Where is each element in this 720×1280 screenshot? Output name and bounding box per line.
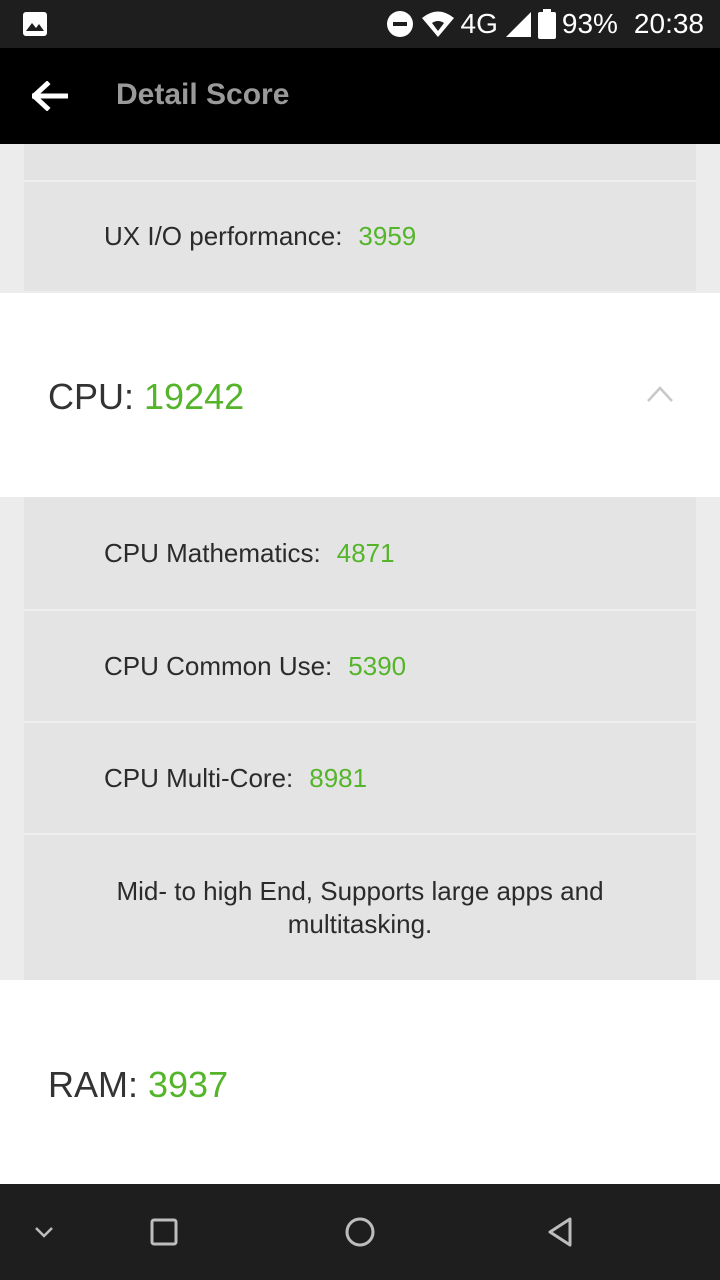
ux-io-label: UX I/O performance: — [104, 221, 343, 251]
hide-nav-button[interactable] — [24, 1212, 64, 1252]
ram-score: 3937 — [148, 1064, 229, 1105]
cpu-header-text: CPU: 19242 — [48, 376, 244, 418]
gallery-icon — [23, 12, 47, 36]
status-bar: 4G 93% 20:38 — [0, 0, 720, 48]
back-button[interactable] — [24, 72, 76, 120]
battery-icon — [537, 9, 556, 39]
app-bar: Detail Score — [0, 48, 720, 144]
cpu-multi-core-label: CPU Multi-Core: — [104, 762, 294, 793]
wifi-icon — [421, 11, 454, 37]
cpu-description: Mid- to high End, Supports large apps an… — [24, 833, 696, 980]
clock: 20:38 — [633, 8, 704, 39]
back-icon — [548, 1217, 572, 1247]
dnd-icon — [386, 11, 413, 37]
ux-io-value: 3959 — [358, 221, 417, 251]
ux-row-partial — [24, 144, 696, 180]
score-list[interactable]: UX I/O performance: 3959 CPU: 19242 CPU … — [0, 144, 720, 1184]
cpu-mathematics-row: CPU Mathematics: 4871 — [24, 497, 696, 609]
cpu-common-use-value: 5390 — [348, 650, 407, 681]
ram-section-header[interactable]: RAM: 3937 — [0, 980, 720, 1184]
cpu-score: 19242 — [144, 376, 245, 417]
cpu-common-use-row: CPU Common Use: 5390 — [24, 609, 696, 721]
status-icons: 4G 93% 20:38 — [385, 0, 704, 48]
home-icon — [345, 1217, 375, 1247]
cpu-multi-core-value: 8981 — [309, 762, 368, 793]
cpu-multi-core-row: CPU Multi-Core: 8981 — [24, 721, 696, 833]
ram-header-text: RAM: 3937 — [48, 1064, 228, 1106]
ram-label: RAM: — [48, 1064, 138, 1105]
network-type: 4G — [460, 8, 498, 39]
ux-io-row: UX I/O performance: 3959 — [24, 180, 696, 291]
cpu-mathematics-value: 4871 — [336, 537, 395, 568]
cpu-mathematics-label: CPU Mathematics: — [104, 537, 321, 568]
signal-icon — [505, 12, 531, 37]
recents-button[interactable] — [144, 1212, 184, 1252]
navigation-bar — [0, 1184, 720, 1280]
chevron-up-icon[interactable] — [646, 385, 674, 403]
system-back-button[interactable] — [540, 1212, 580, 1252]
recents-icon — [150, 1218, 178, 1246]
page-title: Detail Score — [116, 78, 290, 111]
cpu-section-header[interactable]: CPU: 19242 — [0, 293, 720, 497]
chevron-down-icon — [35, 1227, 53, 1238]
home-button[interactable] — [340, 1212, 380, 1252]
battery-percent: 93% — [561, 8, 618, 39]
cpu-label: CPU: — [48, 376, 135, 417]
arrow-left-icon — [32, 81, 68, 111]
cpu-common-use-label: CPU Common Use: — [104, 650, 333, 681]
